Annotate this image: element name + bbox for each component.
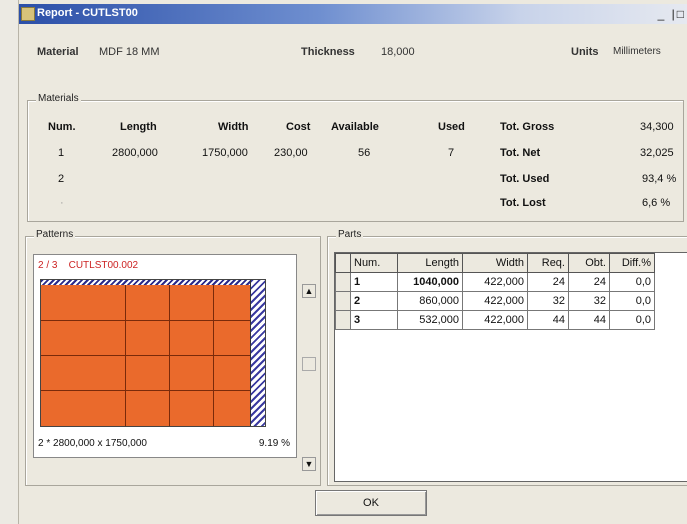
pattern-waste-percent: 9.19 %: [258, 438, 290, 449]
scroll-down-button[interactable]: ▼: [302, 457, 316, 471]
materials-row1-available: 56: [358, 147, 371, 159]
part-req: 24: [527, 272, 569, 292]
materials-row1-num: 1: [58, 147, 65, 159]
part-obt: 32: [568, 291, 610, 311]
table-row[interactable]: 3 532,000 422,000 44 44 0,0: [335, 310, 655, 330]
part-length: 532,000: [397, 310, 463, 330]
part-width: 422,000: [462, 272, 528, 292]
window-title: Report - CUTLST00: [37, 7, 138, 19]
parts-group: Parts Num. Length Width Req. Obt. Diff.%…: [327, 229, 687, 486]
parts-group-title: Parts: [336, 229, 364, 240]
parts-col-diff[interactable]: Diff.%: [609, 253, 655, 273]
scroll-thumb[interactable]: [302, 357, 316, 371]
pattern-sheet-size: 2 * 2800,000 x 1750,000: [38, 438, 147, 449]
parts-col-num[interactable]: Num.: [350, 253, 398, 273]
scroll-up-button[interactable]: ▲: [302, 284, 316, 298]
cut-line: [41, 355, 251, 356]
materials-row2-num: 2: [58, 173, 65, 185]
materials-group: Materials Num. Length Width Cost Availab…: [27, 93, 684, 222]
materials-row3-num: ·: [60, 197, 64, 209]
tot-used-value: 93,4 %: [642, 173, 677, 185]
tot-used-label: Tot. Used: [500, 173, 550, 185]
report-window: Report - CUTLST00 _ |□ Material MDF 18 M…: [18, 0, 687, 524]
materials-col-length: Length: [120, 121, 157, 133]
parts-header-row: Num. Length Width Req. Obt. Diff.%: [335, 253, 655, 273]
tot-gross-label: Tot. Gross: [500, 121, 555, 133]
part-length: 1040,000: [397, 272, 463, 292]
part-obt: 24: [568, 272, 610, 292]
parts-table: Num. Length Width Req. Obt. Diff.% 1 104…: [335, 253, 655, 330]
thickness-value: 18,000: [381, 46, 415, 58]
part-num: 3: [350, 310, 398, 330]
parts-col-req[interactable]: Req.: [527, 253, 569, 273]
cut-line: [41, 320, 251, 321]
part-width: 422,000: [462, 291, 528, 311]
parts-grid[interactable]: Num. Length Width Req. Obt. Diff.% 1 104…: [334, 252, 687, 482]
tot-net-label: Tot. Net: [500, 147, 541, 159]
waste-strip-top: [41, 280, 265, 285]
parts-col-length[interactable]: Length: [397, 253, 463, 273]
materials-col-used: Used: [438, 121, 465, 133]
pattern-index: 2 / 3: [38, 260, 58, 271]
table-row[interactable]: 2 860,000 422,000 32 32 0,0: [335, 291, 655, 311]
pattern-name: 2 / 3 CUTLST00.002: [38, 260, 138, 271]
part-req: 44: [527, 310, 569, 330]
materials-row1-length: 2800,000: [112, 147, 158, 159]
pattern-viewer[interactable]: 2 / 3 CUTLST00.002 2 * 2800,000 x 1750,0…: [33, 254, 297, 458]
row-header[interactable]: [335, 310, 351, 330]
materials-col-width: Width: [218, 121, 249, 133]
pattern-filename: CUTLST00.002: [68, 260, 139, 271]
row-header[interactable]: [335, 291, 351, 311]
materials-row1-used: 7: [448, 147, 455, 159]
waste-strip-right: [250, 280, 265, 426]
units-label: Units: [571, 46, 599, 58]
table-row[interactable]: 1 1040,000 422,000 24 24 0,0: [335, 272, 655, 292]
thickness-label: Thickness: [301, 46, 355, 58]
window-controls[interactable]: _ |□: [658, 7, 686, 21]
materials-col-available: Available: [331, 121, 379, 133]
materials-row1-cost: 230,00: [274, 147, 308, 159]
part-width: 422,000: [462, 310, 528, 330]
materials-col-cost: Cost: [286, 121, 311, 133]
patterns-group-title: Patterns: [34, 229, 76, 240]
part-obt: 44: [568, 310, 610, 330]
cutting-pattern-sheet: [40, 279, 266, 427]
material-label: Material: [37, 46, 79, 58]
materials-group-title: Materials: [36, 93, 81, 104]
row-header[interactable]: [335, 272, 351, 292]
part-diff: 0,0: [609, 272, 655, 292]
title-bar[interactable]: Report - CUTLST00 _ |□: [19, 4, 687, 24]
app-icon: [21, 7, 35, 21]
patterns-group: Patterns 2 / 3 CUTLST00.002 2 * 2800,000…: [25, 229, 321, 486]
part-num: 2: [350, 291, 398, 311]
parts-col-obt[interactable]: Obt.: [568, 253, 610, 273]
part-num: 1: [350, 272, 398, 292]
part-diff: 0,0: [609, 291, 655, 311]
part-length: 860,000: [397, 291, 463, 311]
materials-row1-width: 1750,000: [202, 147, 248, 159]
ok-button[interactable]: OK: [315, 490, 427, 516]
parts-col-width[interactable]: Width: [462, 253, 528, 273]
report-header: Material MDF 18 MM Thickness 18,000 Unit…: [19, 46, 687, 70]
tot-lost-value: 6,6 %: [642, 197, 671, 209]
tot-gross-value: 34,300: [640, 121, 674, 133]
materials-col-num: Num.: [48, 121, 76, 133]
part-diff: 0,0: [609, 310, 655, 330]
cut-line: [41, 390, 251, 391]
tot-lost-label: Tot. Lost: [500, 197, 546, 209]
units-value: Millimeters: [613, 46, 661, 57]
tot-net-value: 32,025: [640, 147, 674, 159]
material-value: MDF 18 MM: [99, 46, 160, 58]
part-req: 32: [527, 291, 569, 311]
row-header-corner: [335, 253, 351, 273]
